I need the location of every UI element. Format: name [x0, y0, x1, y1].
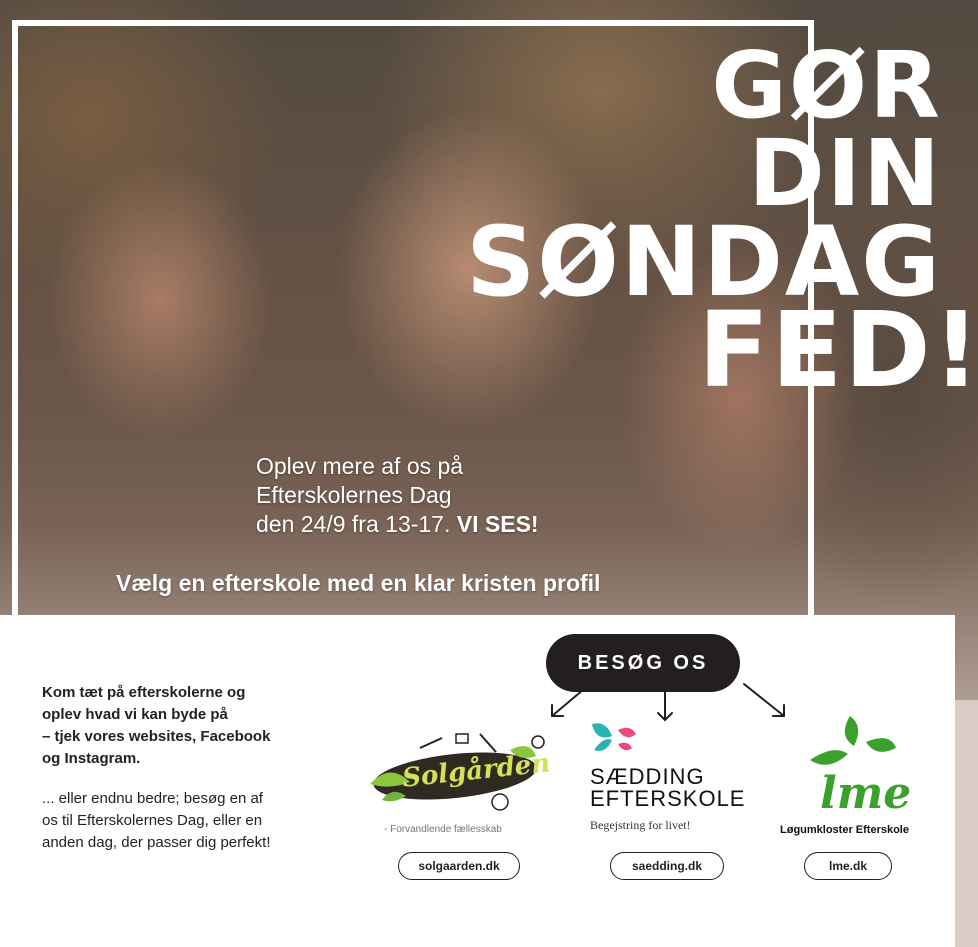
arrow-left-line — [551, 683, 591, 717]
lme-leaf-graphic: lme — [810, 716, 911, 819]
lme-logo[interactable]: lme Løgumkloster Efterskole — [780, 712, 930, 844]
saedding-link[interactable]: saedding.dk — [610, 852, 724, 880]
solgaarden-logo[interactable]: Solgården - Forvandlende fællesskab — [360, 720, 552, 840]
saedding-logo-text-block: SÆDDING EFTERSKOLE Begejstring for livet… — [590, 766, 760, 833]
saedding-logo-text: SÆDDING EFTERSKOLE — [590, 764, 746, 811]
butterfly-icon — [592, 723, 636, 751]
solgaarden-tagline: - Forvandlende fællesskab — [384, 824, 502, 835]
lme-logo-text: lme — [820, 768, 911, 819]
lme-link[interactable]: lme.dk — [804, 852, 892, 880]
saedding-tagline: Begejstring for livet! — [590, 818, 691, 832]
arrow-right-line — [743, 683, 785, 717]
saedding-logo[interactable]: SÆDDING EFTERSKOLE Begejstring for livet… — [588, 720, 758, 842]
lme-tagline: Løgumkloster Efterskole — [780, 824, 909, 836]
solgaarden-link[interactable]: solgaarden.dk — [398, 852, 520, 880]
